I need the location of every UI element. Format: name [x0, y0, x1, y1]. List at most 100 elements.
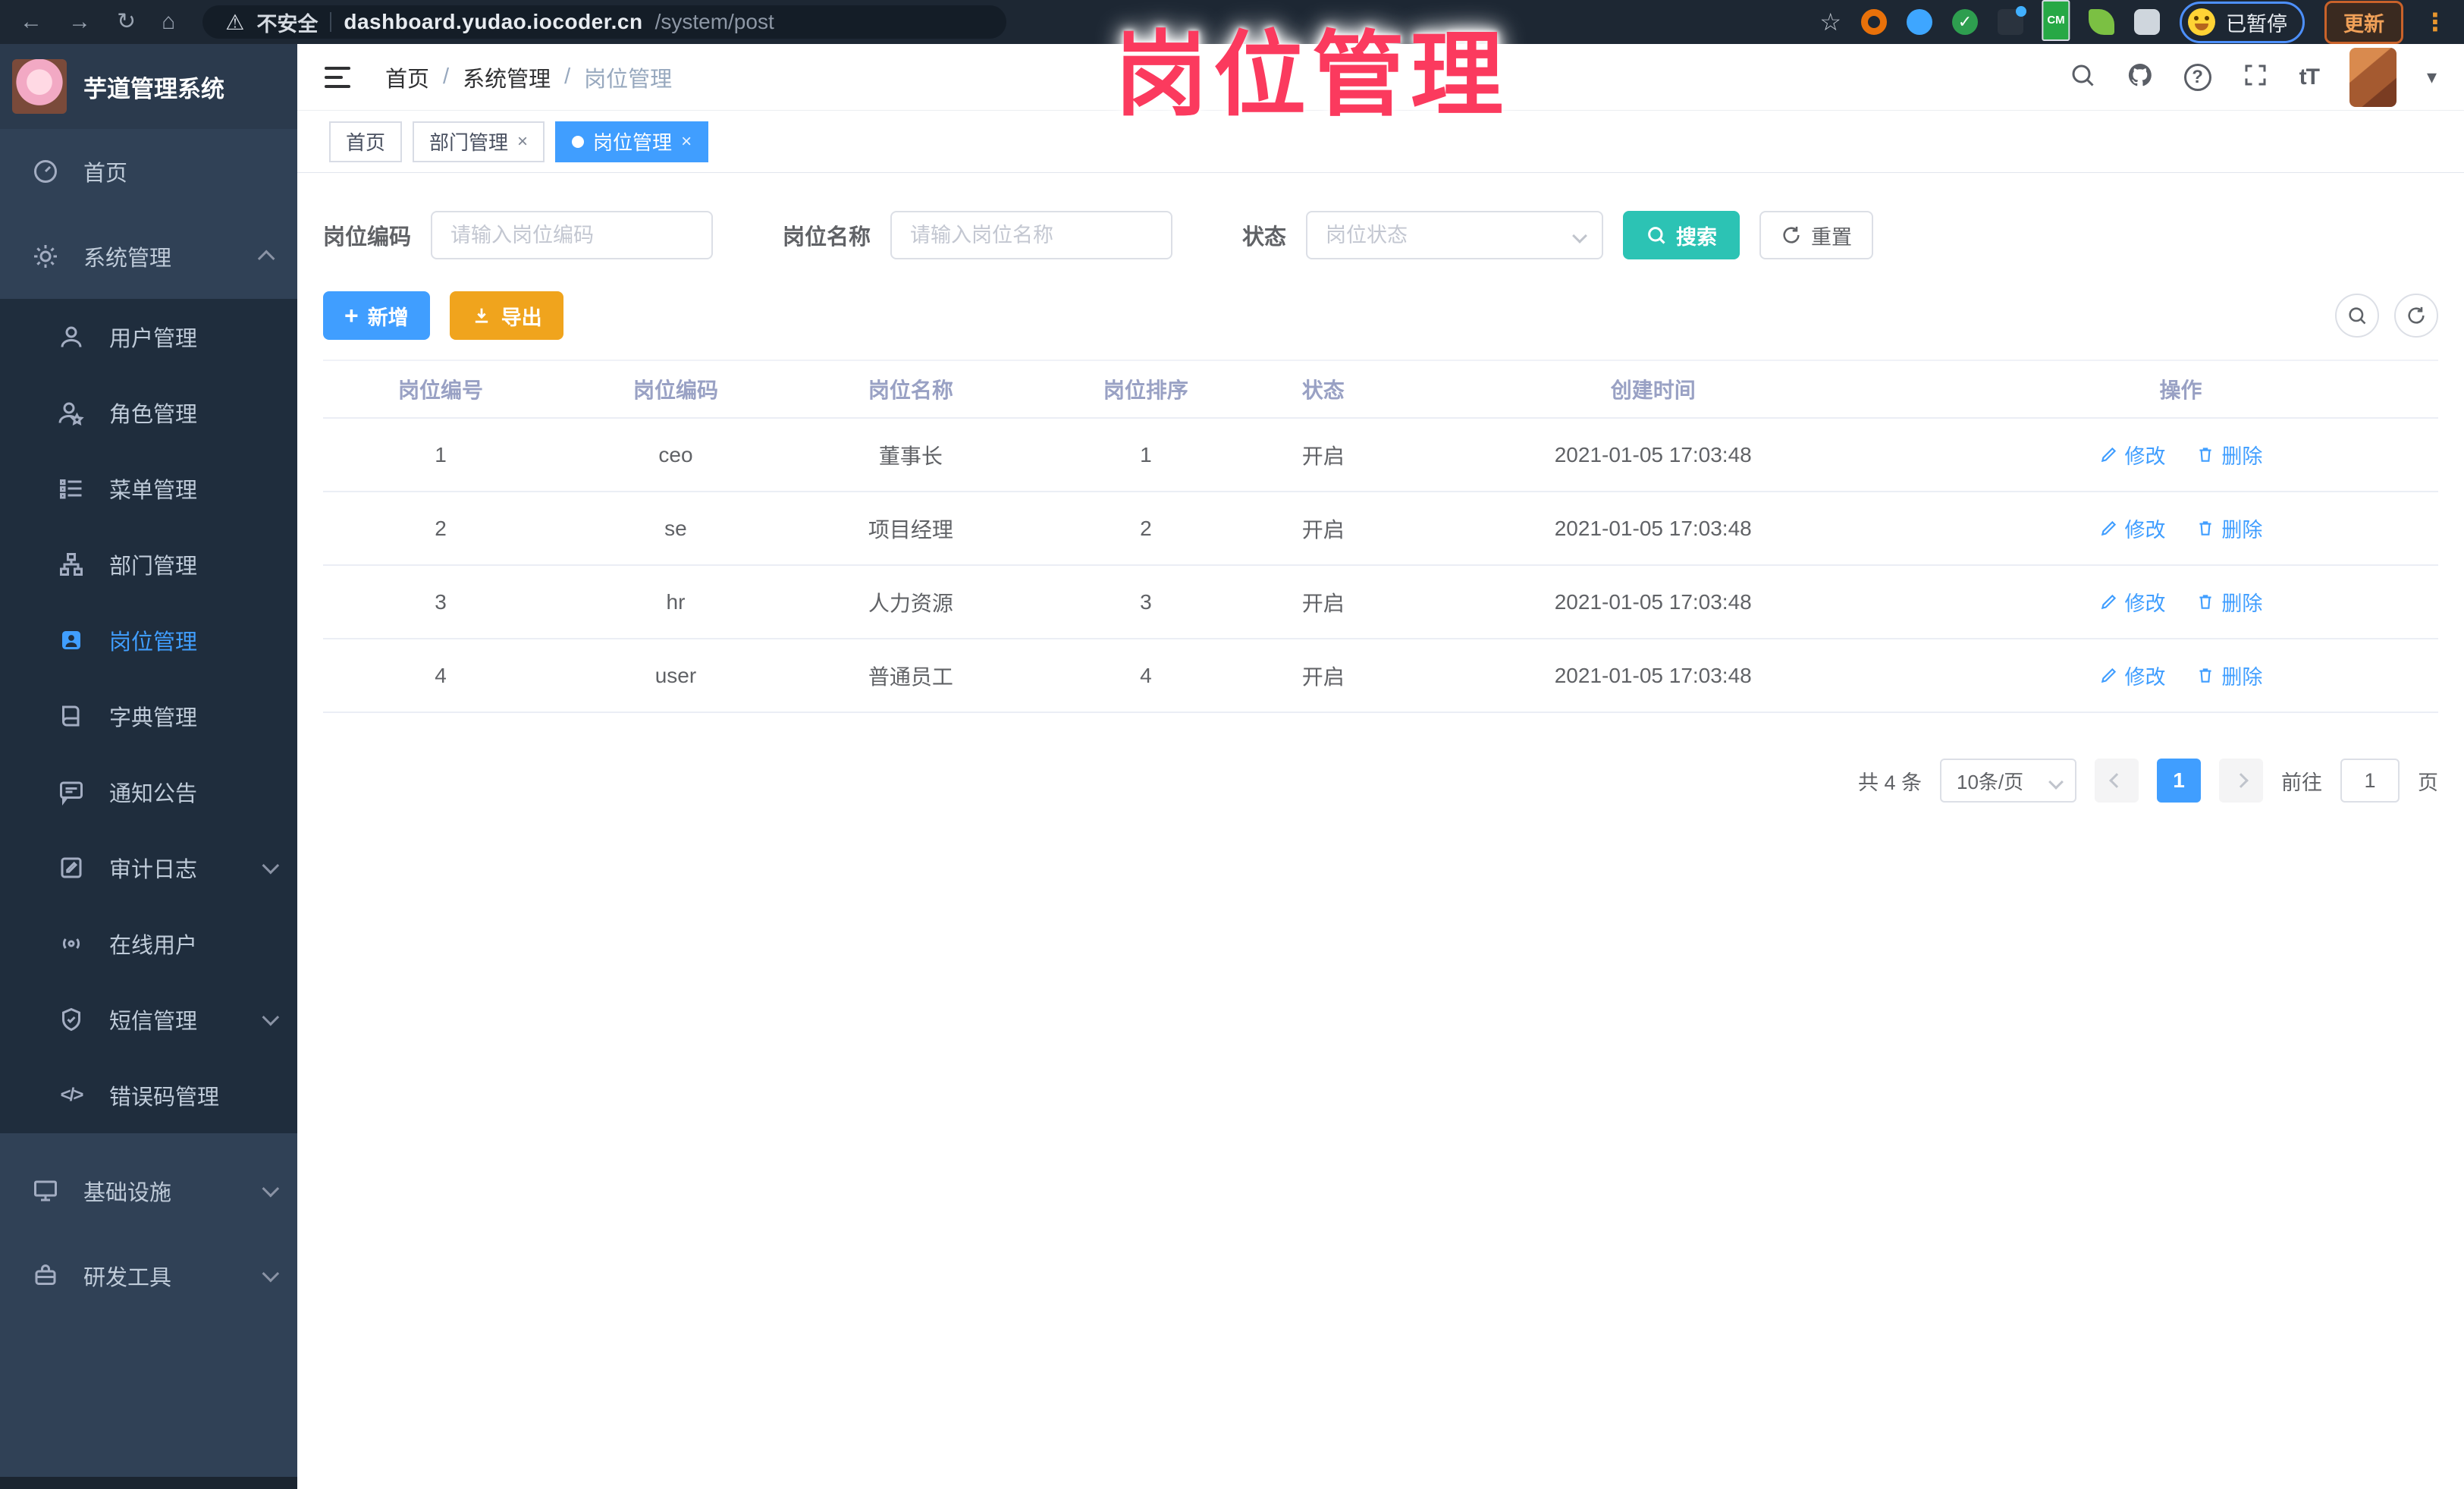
sidebar-item-label: 审计日志	[109, 858, 198, 882]
refresh-icon	[2408, 306, 2425, 324]
font-size-icon[interactable]: tT	[2299, 64, 2320, 90]
add-button-label: 新增	[367, 306, 409, 329]
delete-link[interactable]: 删除	[2196, 514, 2262, 543]
post-name-input[interactable]	[890, 211, 1173, 259]
tab-home[interactable]: 首页	[329, 121, 403, 162]
avatar-caret-down-icon[interactable]: ▾	[2427, 65, 2437, 89]
tab-dept-management[interactable]: 部门管理 ×	[413, 121, 545, 162]
close-icon[interactable]: ×	[681, 131, 692, 152]
page-size-select[interactable]: 10条/页	[1940, 759, 2076, 803]
cell-sort: 3	[1028, 565, 1263, 639]
reset-button-label: 重置	[1811, 225, 1853, 249]
edit-link[interactable]: 修改	[2099, 514, 2166, 543]
search-icon[interactable]	[2069, 61, 2096, 93]
tab-label: 首页	[346, 131, 386, 154]
reload-icon[interactable]: ↻	[117, 11, 136, 33]
table-row: 2 se 项目经理 2 开启 2021-01-05 17:03:48 修改 删除	[323, 492, 2438, 566]
sidebar-item-label: 用户管理	[109, 327, 198, 351]
add-button[interactable]: + 新增	[323, 291, 430, 340]
breadcrumb: 首页 / 系统管理 / 岗位管理	[385, 61, 672, 93]
edit-label: 修改	[2124, 518, 2166, 542]
sidebar-item-home[interactable]: 首页	[0, 129, 297, 214]
url-path: /system/post	[654, 10, 774, 33]
help-icon[interactable]: ?	[2183, 63, 2211, 91]
extension-ring-icon[interactable]	[1861, 9, 1887, 35]
extension-pin-icon[interactable]	[1907, 9, 1932, 35]
sidebar-item-roles[interactable]: 角色管理	[0, 375, 297, 451]
sidebar-item-menus[interactable]: 菜单管理	[0, 451, 297, 526]
chevron-down-icon	[262, 1180, 280, 1198]
fullscreen-icon[interactable]	[2242, 61, 2269, 93]
sidebar-item-depts[interactable]: 部门管理	[0, 526, 297, 602]
sidebar-item-label: 菜单管理	[109, 479, 198, 503]
status-select[interactable]	[1306, 211, 1604, 259]
bookmark-star-icon[interactable]: ☆	[1819, 8, 1841, 36]
home-icon[interactable]: ⌂	[162, 11, 175, 33]
table-toolbar-right	[2335, 294, 2438, 338]
export-button[interactable]: 导出	[449, 291, 563, 340]
cell-code: user	[557, 639, 793, 713]
sidebar-item-online-users[interactable]: 在线用户	[0, 906, 297, 982]
sidebar-item-infrastructure[interactable]: 基础设施	[0, 1148, 297, 1233]
sidebar-item-label: 字典管理	[109, 706, 198, 730]
extension-grid-icon[interactable]	[1998, 6, 2026, 35]
address-bar[interactable]: ⚠ 不安全 dashboard.yudao.iocoder.cn /system…	[202, 5, 1007, 39]
breadcrumb-separator: /	[564, 64, 571, 89]
browser-menu-icon[interactable]: ⋮	[2423, 8, 2447, 36]
breadcrumb-home[interactable]: 首页	[385, 61, 429, 93]
emoji-face-icon	[2188, 8, 2215, 36]
forward-icon[interactable]: →	[68, 11, 91, 33]
sidebar-item-users[interactable]: 用户管理	[0, 299, 297, 375]
sidebar-item-system[interactable]: 系统管理	[0, 214, 297, 299]
reset-button[interactable]: 重置	[1759, 211, 1874, 259]
search-button[interactable]: 搜索	[1623, 211, 1740, 259]
prev-page-button[interactable]	[2095, 759, 2139, 803]
breadcrumb-system[interactable]: 系统管理	[463, 61, 551, 93]
extension-leaf-icon[interactable]	[2089, 9, 2114, 35]
sidebar-item-label: 错误码管理	[109, 1085, 220, 1110]
back-icon[interactable]: ←	[20, 11, 42, 33]
next-page-button[interactable]	[2219, 759, 2263, 803]
edit-link[interactable]: 修改	[2099, 587, 2166, 617]
status-select-input[interactable]	[1306, 211, 1604, 259]
sidebar-item-notice[interactable]: 通知公告	[0, 754, 297, 830]
post-badge-icon	[56, 625, 86, 655]
app-logo-block[interactable]: 芋道管理系统	[0, 44, 297, 129]
post-code-input[interactable]	[431, 211, 714, 259]
sidebar-item-sms[interactable]: 短信管理	[0, 982, 297, 1057]
sidebar-collapse-icon[interactable]	[325, 66, 350, 88]
cell-id: 4	[323, 639, 558, 713]
delete-link[interactable]: 删除	[2196, 440, 2262, 470]
delete-label: 删除	[2221, 445, 2263, 468]
extensions-puzzle-icon[interactable]	[2134, 9, 2160, 35]
avatar[interactable]	[2349, 47, 2397, 107]
sidebar-item-audit-log[interactable]: 审计日志	[0, 830, 297, 906]
paused-extension-pill[interactable]: 已暂停	[2180, 1, 2305, 43]
toggle-search-button[interactable]	[2335, 294, 2379, 338]
delete-link[interactable]: 删除	[2196, 587, 2262, 617]
cell-sort: 2	[1028, 492, 1263, 566]
edit-link[interactable]: 修改	[2099, 440, 2166, 470]
github-icon[interactable]	[2127, 61, 2154, 93]
sidebar-item-label: 通知公告	[109, 782, 198, 806]
current-page[interactable]: 1	[2157, 759, 2201, 803]
goto-page-input[interactable]	[2340, 759, 2400, 803]
browser-update-button[interactable]: 更新	[2324, 0, 2403, 44]
extension-check-icon[interactable]: ✓	[1952, 9, 1978, 35]
refresh-table-button[interactable]	[2394, 294, 2438, 338]
close-icon[interactable]: ×	[517, 131, 528, 152]
search-button-label: 搜索	[1676, 225, 1718, 249]
tab-post-management[interactable]: 岗位管理 ×	[555, 121, 709, 162]
chevron-left-icon	[2109, 773, 2124, 788]
sidebar-item-dict[interactable]: 字典管理	[0, 678, 297, 754]
pagination: 共 4 条 10条/页 1 前往 页	[323, 759, 2438, 803]
sidebar-item-error-codes[interactable]: </> 错误码管理	[0, 1057, 297, 1133]
extension-dark-icon[interactable]: CM	[2042, 0, 2070, 41]
chevron-down-icon	[262, 856, 280, 875]
sidebar-item-posts[interactable]: 岗位管理	[0, 602, 297, 678]
sidebar-item-dev-tools[interactable]: 研发工具	[0, 1233, 297, 1318]
paused-label: 已暂停	[2226, 12, 2287, 36]
org-tree-icon	[56, 549, 86, 580]
edit-link[interactable]: 修改	[2099, 661, 2166, 690]
delete-link[interactable]: 删除	[2196, 661, 2262, 690]
